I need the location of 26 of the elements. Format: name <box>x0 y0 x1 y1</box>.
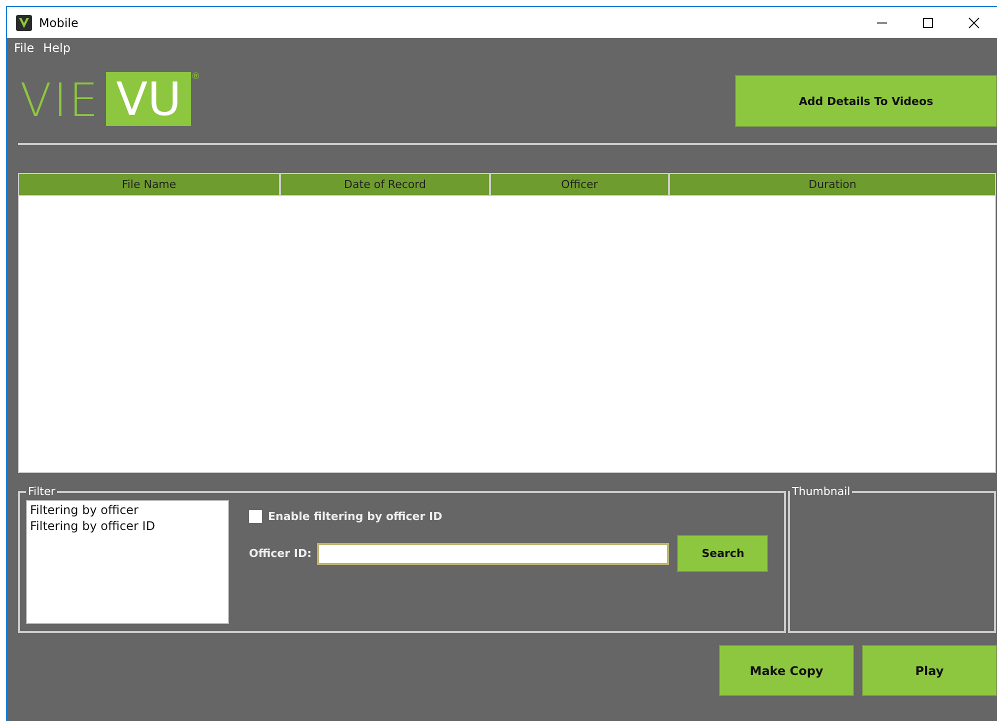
close-icon[interactable] <box>968 16 980 28</box>
list-item[interactable]: Filtering by officer <box>30 502 225 518</box>
action-button[interactable]: Make Copy <box>719 645 854 696</box>
app-icon <box>16 14 32 30</box>
add-details-button[interactable]: Add Details To Videos <box>735 75 997 127</box>
group-title: Filter <box>27 485 56 498</box>
menu-item[interactable]: Help <box>43 41 70 57</box>
maximize-icon[interactable] <box>922 16 934 28</box>
group-title: Thumbnail <box>791 485 852 498</box>
menu-item[interactable]: File <box>14 41 34 57</box>
column-header[interactable]: File Name <box>19 174 281 196</box>
logo-text: VIE <box>20 72 102 126</box>
column-header[interactable]: Duration <box>670 174 995 196</box>
list-item[interactable]: Filtering by officer ID <box>30 518 225 534</box>
column-header[interactable]: Date of Record <box>281 174 491 196</box>
logo-text: VU <box>106 72 192 126</box>
column-header[interactable]: Officer <box>491 174 670 196</box>
search-button[interactable]: Search <box>677 535 768 572</box>
filter-list[interactable]: Filtering by officer Filtering by officer ID <box>26 500 229 624</box>
checkbox-label: Enable filtering by officer ID <box>268 510 442 523</box>
window-title: Mobile <box>39 16 78 30</box>
action-button[interactable]: Play <box>862 645 997 696</box>
field-label: Officer ID: <box>249 547 312 560</box>
officer-id-field[interactable] <box>317 542 670 564</box>
registered-mark: ® <box>191 72 200 82</box>
checkbox[interactable] <box>249 510 262 523</box>
